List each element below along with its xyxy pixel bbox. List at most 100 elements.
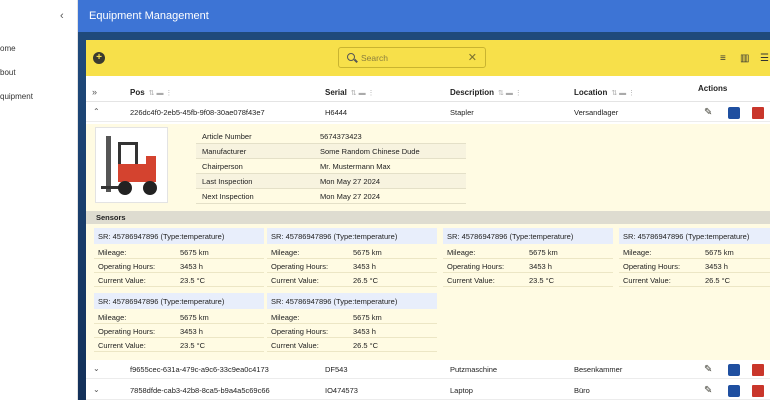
info-value: Mon May 27 2024: [320, 177, 381, 186]
delete-icon[interactable]: [752, 385, 764, 397]
sensor-title: SR: 45786947896 (Type:temperature): [271, 297, 398, 306]
sensor-value: 26.5 °C: [705, 276, 731, 285]
sensor-value: 23.5 °C: [180, 276, 206, 285]
sensor-label: Current Value:: [447, 276, 495, 285]
sensors-header: Sensors: [86, 211, 770, 224]
info-row: Manufacturer Some Random Chinese Dude: [196, 144, 466, 159]
sensor-title: SR: 45786947896 (Type:temperature): [98, 232, 225, 241]
sidebar-item-about[interactable]: bout: [0, 68, 16, 77]
toolbar: + ✕ ≡ ▥ ☰: [86, 40, 770, 76]
sensor-label: Mileage:: [98, 313, 127, 322]
table-row[interactable]: ⌄ f9655cec-631a-479c-a9c6-33c9ea0c4173 D…: [86, 361, 770, 379]
info-key: Manufacturer: [202, 147, 247, 156]
cell-location: Versandlager: [574, 108, 619, 117]
column-header-location[interactable]: Location ⇅ ▬ ⋮: [574, 88, 635, 97]
cell-serial: IO474573: [325, 386, 358, 395]
info-row: Chairperson Mr. Mustermann Max: [196, 159, 466, 174]
sensor-label: Current Value:: [98, 341, 146, 350]
page-title: Equipment Management: [89, 10, 209, 22]
app-header: Equipment Management: [78, 0, 770, 32]
info-value: Mon May 27 2024: [320, 192, 381, 201]
row-detail-panel: Article Number 5674373423 Manufacturer S…: [86, 124, 770, 360]
sensor-title: SR: 45786947896 (Type:temperature): [623, 232, 750, 241]
info-value: 5674373423: [320, 132, 362, 141]
sensor-card: SR: 45786947896 (Type:temperature) Milea…: [619, 228, 770, 287]
sensor-card: SR: 45786947896 (Type:temperature) Milea…: [443, 228, 613, 287]
cell-serial: H6444: [325, 108, 348, 117]
sensor-value: 3453 h: [180, 262, 203, 271]
info-value: Mr. Mustermann Max: [320, 162, 391, 171]
table-row[interactable]: ⌄ 7858dfde-cab3-42b8-8ca5-b9a4a5c69c66 I…: [86, 382, 770, 400]
cell-description: Laptop: [450, 386, 473, 395]
cell-pos: f9655cec-631a-479c-a9c6-33c9ea0c4173: [130, 365, 269, 374]
sensor-value: 23.5 °C: [180, 341, 206, 350]
info-row: Next Inspection Mon May 27 2024: [196, 189, 466, 204]
sensor-value: 26.5 °C: [353, 341, 379, 350]
edit-icon[interactable]: ✎: [704, 364, 716, 376]
sensor-card: SR: 45786947896 (Type:temperature) Milea…: [267, 293, 437, 352]
expand-row-icon[interactable]: ⌄: [93, 364, 100, 373]
collapse-chevron-icon[interactable]: ‹: [60, 10, 64, 22]
sensor-value: 5675 km: [353, 248, 382, 257]
column-header-pos[interactable]: Pos ⇅ ▬ ⋮: [130, 88, 172, 97]
sensor-value: 5675 km: [353, 313, 382, 322]
equipment-card: + ✕ ≡ ▥ ☰ » Pos⇅ ▬ ⋮ Serial⇅ ▬ ⋮ Descrip…: [86, 40, 770, 400]
sensor-label: Mileage:: [271, 248, 300, 257]
sidebar: ‹ ome bout quipment: [0, 0, 78, 400]
expand-row-icon[interactable]: ⌄: [93, 385, 100, 394]
sensor-label: Current Value:: [271, 276, 319, 285]
filter-icon[interactable]: ≡: [720, 53, 726, 64]
sensor-label: Operating Hours:: [623, 262, 681, 271]
clipboard-icon[interactable]: [728, 364, 740, 376]
sensor-value: 5675 km: [705, 248, 734, 257]
sensor-value: 3453 h: [353, 262, 376, 271]
sensor-value: 3453 h: [180, 327, 203, 336]
edit-icon[interactable]: ✎: [704, 385, 716, 397]
sensor-label: Mileage:: [447, 248, 476, 257]
forklift-image: [95, 127, 168, 203]
sensor-card: SR: 45786947896 (Type:temperature) Milea…: [94, 293, 264, 352]
cell-pos: 7858dfde-cab3-42b8-8ca5-b9a4a5c69c66: [130, 386, 270, 395]
add-circle-icon[interactable]: +: [93, 52, 105, 64]
cell-location: Besenkammer: [574, 365, 623, 374]
cell-description: Stapler: [450, 108, 474, 117]
sensor-label: Current Value:: [271, 341, 319, 350]
search-box: ✕: [338, 47, 486, 68]
search-input[interactable]: [361, 52, 461, 64]
table-header: Pos ⇅ ▬ ⋮ Serial ⇅ ▬ ⋮ Description ⇅ ▬ ⋮ Lo…: [86, 84, 770, 102]
sensor-label: Current Value:: [623, 276, 671, 285]
search-icon: [347, 53, 355, 61]
density-icon[interactable]: ☰: [760, 53, 769, 64]
sensor-value: 23.5 °C: [529, 276, 555, 285]
sidebar-item-home[interactable]: ome: [0, 44, 16, 53]
table-row[interactable]: ⌃ 226dc4f0-2eb5-45fb-9f08-30ae078f43e7 H…: [86, 104, 770, 122]
info-key: Next Inspection: [202, 192, 254, 201]
info-row: Last Inspection Mon May 27 2024: [196, 174, 466, 189]
sensor-value: 3453 h: [529, 262, 552, 271]
delete-icon[interactable]: [752, 107, 764, 119]
sidebar-item-equipment[interactable]: quipment: [0, 92, 33, 101]
info-key: Chairperson: [202, 162, 243, 171]
column-header-serial[interactable]: Serial ⇅ ▬ ⋮: [325, 88, 375, 97]
sensor-value: 5675 km: [529, 248, 558, 257]
sensor-label: Current Value:: [98, 276, 146, 285]
info-row: Article Number 5674373423: [196, 129, 466, 144]
sensor-value: 3453 h: [705, 262, 728, 271]
columns-icon[interactable]: ▥: [740, 53, 749, 64]
cell-location: Büro: [574, 386, 590, 395]
column-header-description[interactable]: Description ⇅ ▬ ⋮: [450, 88, 522, 97]
clipboard-icon[interactable]: [728, 107, 740, 119]
sensor-value: 5675 km: [180, 248, 209, 257]
delete-icon[interactable]: [752, 364, 764, 376]
edit-icon[interactable]: ✎: [704, 107, 716, 119]
sensor-label: Operating Hours:: [271, 262, 329, 271]
clipboard-icon[interactable]: [728, 385, 740, 397]
cell-pos: 226dc4f0-2eb5-45fb-9f08-30ae078f43e7: [130, 108, 265, 117]
info-key: Last Inspection: [202, 177, 253, 186]
sensor-value: 26.5 °C: [353, 276, 379, 285]
sensor-card: SR: 45786947896 (Type:temperature) Milea…: [94, 228, 264, 287]
clear-icon[interactable]: ✕: [468, 51, 477, 64]
column-header-actions: Actions: [698, 84, 728, 93]
sensor-card: SR: 45786947896 (Type:temperature) Milea…: [267, 228, 437, 287]
collapse-row-icon[interactable]: ⌃: [93, 107, 100, 116]
